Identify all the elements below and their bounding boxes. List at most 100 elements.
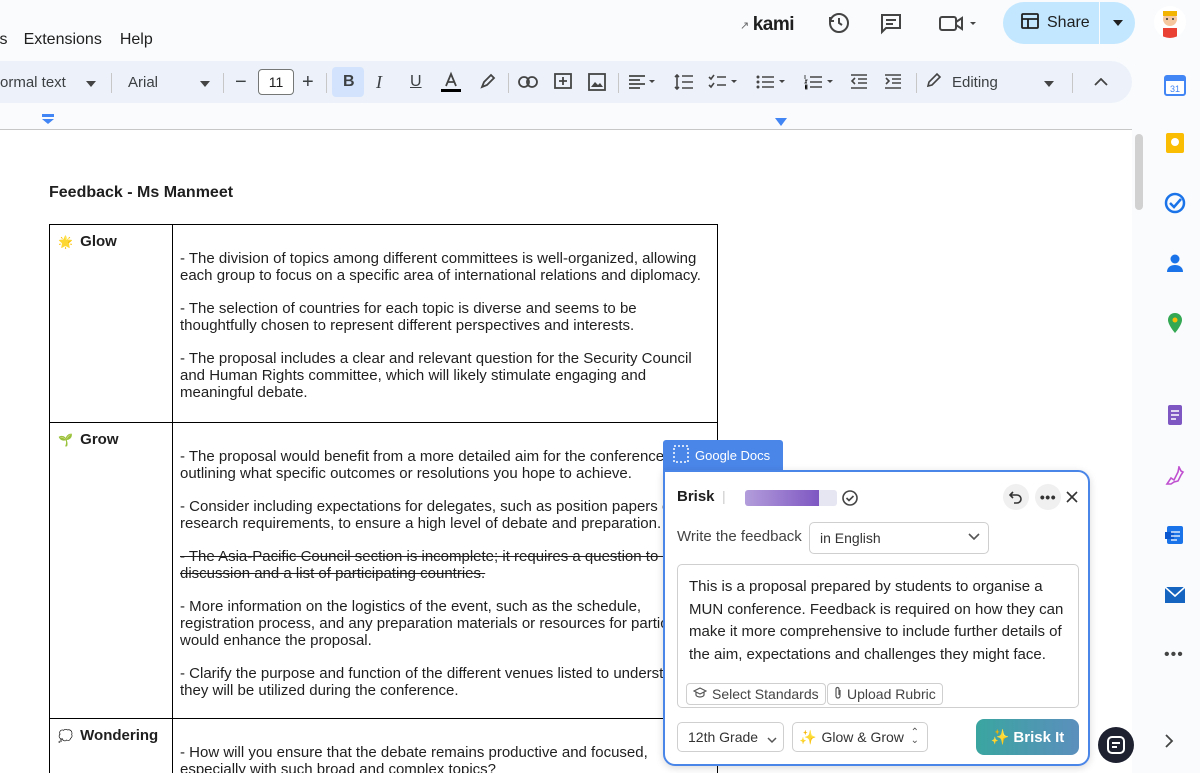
share-label-wrap[interactable]: Share xyxy=(1003,2,1099,44)
kami-button[interactable]: ↗ kami xyxy=(740,14,795,36)
sparkle-icon: ✨ xyxy=(799,728,817,745)
calendar-icon[interactable]: 31 xyxy=(1164,74,1186,96)
list-item: - How will you ensure that the debate re… xyxy=(180,744,648,773)
checklist-icon[interactable] xyxy=(708,61,740,103)
sprout-icon: 🌱 xyxy=(58,433,73,447)
more-addons-icon[interactable]: ••• xyxy=(1164,646,1186,668)
bold-button[interactable]: B xyxy=(343,61,355,103)
list-item: - More information on the logistics of t… xyxy=(180,598,668,649)
row-content-cell[interactable]: - The proposal would benefit from a more… xyxy=(172,422,718,719)
share-dropdown-icon[interactable] xyxy=(1100,20,1135,26)
scrollbar[interactable] xyxy=(1134,130,1144,773)
menu-item-tools[interactable]: ls xyxy=(0,31,8,49)
row-label-cell[interactable]: 🌱 Grow xyxy=(49,422,173,719)
bulleted-list-icon[interactable] xyxy=(756,61,788,103)
decrease-indent-icon[interactable] xyxy=(850,61,870,103)
paperclip-icon xyxy=(834,686,842,703)
list-item: - The division of topics among different… xyxy=(180,250,701,284)
toolbar-divider xyxy=(223,73,224,93)
brisk-progress-bar xyxy=(745,490,837,506)
keep-icon[interactable] xyxy=(1164,132,1186,154)
add-comment-icon[interactable] xyxy=(553,61,575,103)
select-standards-button[interactable]: Select Standards xyxy=(686,683,826,705)
docs-addon-icon[interactable] xyxy=(1164,524,1186,546)
toolbar-divider xyxy=(618,73,619,93)
toolbar-divider xyxy=(111,73,112,93)
decrease-font-size-button[interactable]: − xyxy=(235,61,249,103)
grade-select[interactable]: 12th Grade xyxy=(677,722,784,752)
chevron-up-icon[interactable] xyxy=(1094,61,1110,103)
insert-image-icon[interactable] xyxy=(588,61,608,103)
doc-share-icon xyxy=(1021,12,1039,34)
format-select[interactable]: ✨ Glow & Grow ⌃ ⌄ xyxy=(792,722,928,752)
unicorn-addon-icon[interactable] xyxy=(1164,464,1186,488)
font-size-input[interactable]: 11 xyxy=(258,69,294,95)
chevron-down-icon xyxy=(1044,74,1054,91)
tasks-icon[interactable] xyxy=(1164,192,1186,214)
external-link-icon: ↗ xyxy=(740,19,749,32)
table-row: 💭 Wondering - How will you ensure that t… xyxy=(49,718,718,773)
upload-rubric-label: Upload Rubric xyxy=(847,686,936,702)
line-spacing-icon[interactable] xyxy=(674,61,696,103)
share-label: Share xyxy=(1047,14,1090,31)
meet-icon[interactable] xyxy=(936,10,980,36)
language-select[interactable]: in English xyxy=(809,522,989,554)
brisk-panel: Brisk | ••• Write the feedback in Englis… xyxy=(663,470,1090,766)
text-color-icon[interactable] xyxy=(439,61,463,103)
contacts-icon[interactable] xyxy=(1164,252,1186,274)
forms-icon[interactable] xyxy=(1164,404,1186,426)
verified-badge-icon xyxy=(841,489,859,512)
editing-mode-select[interactable]: Editing xyxy=(926,61,1056,103)
numbered-list-icon[interactable] xyxy=(804,61,836,103)
table-row: 🌟 Glow - The division of topics among di… xyxy=(49,224,718,423)
share-button[interactable]: Share xyxy=(1003,2,1135,44)
list-item: - Consider including expectations for de… xyxy=(180,498,671,532)
font-select[interactable]: Arial xyxy=(128,61,210,103)
list-item: - The Asia-Pacific Council section is in… xyxy=(180,548,696,582)
right-margin-marker-icon[interactable] xyxy=(775,118,787,126)
indent-marker-icon[interactable] xyxy=(42,114,54,124)
chevron-down-icon xyxy=(968,530,980,544)
italic-button[interactable]: I xyxy=(376,61,382,103)
google-docs-tab[interactable]: Google Docs xyxy=(663,440,783,470)
scrollbar-thumb[interactable] xyxy=(1135,134,1143,210)
link-icon[interactable] xyxy=(518,61,540,103)
brisk-title-divider: | xyxy=(722,488,726,504)
comment-icon[interactable] xyxy=(878,10,904,36)
increase-indent-icon[interactable] xyxy=(884,61,904,103)
brisk-it-button[interactable]: ✨ Brisk It xyxy=(976,719,1079,755)
brisk-launcher-icon[interactable] xyxy=(1098,727,1134,763)
highlight-icon[interactable] xyxy=(478,61,498,103)
paragraph-style-select[interactable]: ormal text xyxy=(0,61,100,103)
list-item: - The selection of countries for each to… xyxy=(180,300,637,334)
maps-icon[interactable] xyxy=(1164,312,1186,334)
row-content-cell[interactable]: - The division of topics among different… xyxy=(172,224,718,423)
row-content-cell[interactable]: - How will you ensure that the debate re… xyxy=(172,718,718,773)
editing-mode-value: Editing xyxy=(952,73,998,91)
history-icon[interactable] xyxy=(826,10,852,36)
row-label-cell[interactable]: 💭 Wondering xyxy=(49,718,173,773)
paragraph-style-value: ormal text xyxy=(0,73,66,91)
increase-font-size-button[interactable]: + xyxy=(302,61,316,103)
row-label: Wondering xyxy=(80,727,159,744)
upload-rubric-button[interactable]: Upload Rubric xyxy=(827,683,943,705)
menu-item-help[interactable]: Help xyxy=(120,31,153,49)
chevron-down-icon xyxy=(86,74,96,91)
ruler xyxy=(0,112,1132,130)
mail-addon-icon[interactable] xyxy=(1164,584,1186,606)
brisk-title: Brisk xyxy=(677,488,715,505)
table-row: 🌱 Grow - The proposal would benefit from… xyxy=(49,422,718,719)
prompt-text: This is a proposal prepared by students … xyxy=(689,578,1064,663)
undo-icon[interactable] xyxy=(1003,484,1029,510)
list-item: - The proposal would benefit from a more… xyxy=(180,448,669,482)
toolbar-divider xyxy=(1072,73,1073,93)
more-options-icon[interactable]: ••• xyxy=(1035,484,1061,510)
row-label-cell[interactable]: 🌟 Glow xyxy=(49,224,173,423)
close-icon[interactable] xyxy=(1059,484,1085,510)
menu-item-extensions[interactable]: Extensions xyxy=(24,31,102,49)
underline-button[interactable]: U xyxy=(410,61,422,103)
avatar[interactable] xyxy=(1154,6,1186,38)
align-icon[interactable] xyxy=(628,61,658,103)
chevron-right-icon[interactable] xyxy=(1164,734,1186,756)
prompt-textarea[interactable]: This is a proposal prepared by students … xyxy=(677,564,1079,708)
